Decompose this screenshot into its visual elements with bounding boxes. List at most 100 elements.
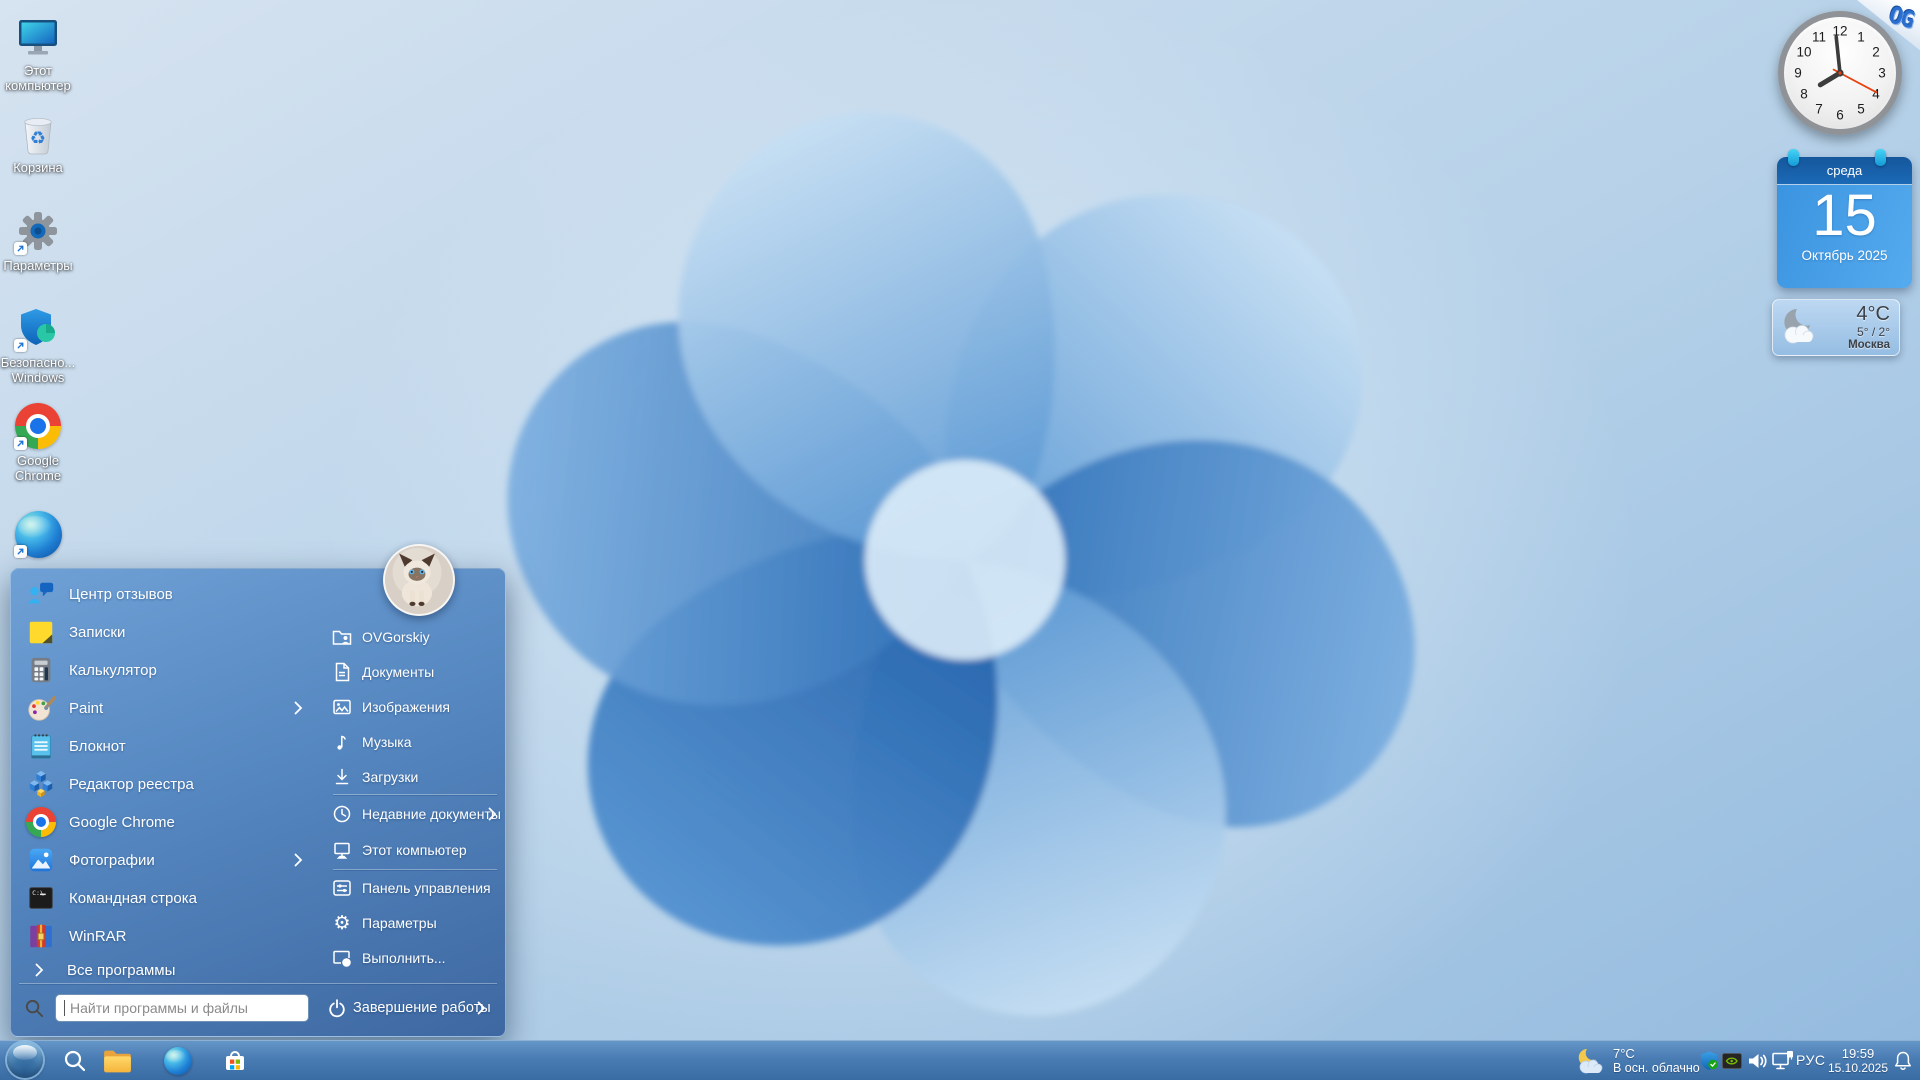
desktop-icon-google-chrome[interactable]: GoogleChrome [0,403,76,483]
menu-item-label: Панель управления [362,880,491,896]
document-icon [331,661,353,683]
start-menu-item-winrar[interactable]: WinRAR [13,917,319,955]
taskbar-edge-button[interactable] [164,1047,192,1075]
shortcut-arrow-icon [14,437,27,450]
desktop-icon-microsoft-edge[interactable] [0,511,76,561]
power-icon [326,997,348,1019]
taskbar-file-explorer-button[interactable] [102,1048,133,1075]
notepad-icon [25,730,57,762]
tray-clock[interactable]: 19:59 15.10.2025 [1824,1046,1892,1076]
clock-hands [1784,17,1896,129]
shutdown-button[interactable]: Завершение работы [353,994,491,1022]
start-menu-item-google-chrome[interactable]: Google Chrome [13,803,319,841]
tray-volume-icon[interactable] [1746,1050,1768,1072]
text-caret [64,1000,65,1016]
desktop-icon-label: Параметры [3,258,72,273]
menu-item-label: Этот компьютер [362,842,467,858]
start-menu-item-pictures[interactable]: Изображения [321,690,503,724]
start-menu-item-sticky-notes[interactable]: Записки [13,613,319,651]
tray-weather-desc: В осн. облачно [1613,1061,1700,1076]
paint-icon [25,692,57,724]
clock-gadget[interactable]: 12 1 2 3 4 5 6 7 8 9 10 11 [1778,11,1902,135]
this-pc-icon [15,13,61,59]
tray-weather-temp: 7°C [1613,1046,1700,1061]
chrome-icon [25,806,57,838]
start-menu-item-user-folder[interactable]: OVGorskiy [321,620,503,654]
menu-item-label: Выполнить... [362,950,446,966]
start-menu-item-documents[interactable]: Документы [321,655,503,689]
control-panel-icon [331,877,353,899]
start-menu-all-programs[interactable]: Все программы [13,953,319,987]
chevron-right-icon[interactable] [477,1001,486,1015]
start-menu-item-recent-documents[interactable]: Недавние документы [321,797,503,831]
tray-weather-text[interactable]: 7°C В осн. облачно [1613,1046,1700,1076]
calendar-peg [1788,149,1799,166]
menu-item-label: Все программы [67,962,175,979]
menu-item-label: WinRAR [69,928,127,945]
edge-icon [15,511,61,557]
desktop-icon-label: GoogleChrome [15,453,61,483]
start-menu-item-calculator[interactable]: Калькулятор [13,651,319,689]
calculator-icon [25,654,57,686]
start-menu-item-photos[interactable]: Фотографии [13,841,319,879]
calendar-day: 15 [1777,185,1912,247]
taskbar-search-button[interactable] [62,1048,88,1074]
shield-icon [1699,1050,1719,1072]
start-menu-item-settings[interactable]: ⚙ Параметры [321,906,503,940]
photos-icon [25,844,57,876]
desktop-icon-this-pc[interactable]: Этоткомпьютер [0,13,76,93]
start-button[interactable] [7,1042,43,1078]
desktop-icon-recycle-bin[interactable]: ♻ Корзина [0,110,76,175]
menu-item-label: Калькулятор [69,662,157,679]
start-menu-item-run[interactable]: Выполнить... [321,941,503,975]
folder-icon [102,1048,133,1075]
start-menu-item-music[interactable]: Музыка [321,725,503,759]
weather-range: 5° / 2° [1848,325,1890,339]
shortcut-arrow-icon [14,339,27,352]
tray-security-icon[interactable] [1699,1050,1719,1072]
desktop: Этоткомпьютер ♻ Корзина [0,0,1920,1080]
menu-item-label: Центр отзывов [69,586,173,603]
winrar-icon [25,920,57,952]
calendar-month-year: Октябрь 2025 [1777,248,1912,263]
microsoft-store-icon [221,1047,249,1075]
menu-separator [333,794,497,795]
recent-clock-icon [331,803,353,825]
desktop-icon-label: Этоткомпьютер [5,63,71,93]
gear-icon: ⚙ [331,912,353,934]
tray-language-indicator[interactable]: РУС [1796,1052,1826,1068]
kitten-picture [385,546,449,610]
menu-item-label: Редактор реестра [69,776,194,793]
start-menu-item-command-prompt[interactable]: C:\ Командная строка [13,879,319,917]
start-menu-search-input[interactable] [55,994,309,1022]
speaker-icon [1746,1050,1768,1072]
weather-gadget[interactable]: 4°C 5° / 2° Москва [1772,299,1900,356]
recycle-bin-icon: ♻ [15,110,61,156]
start-menu-item-feedback-hub[interactable]: Центр отзывов [13,575,319,613]
menu-item-label: Недавние документы [362,806,501,822]
user-avatar[interactable] [383,544,455,616]
desktop-icon-settings[interactable]: Параметры [0,208,76,273]
start-menu-item-paint[interactable]: Paint [13,689,319,727]
tray-network-icon[interactable] [1771,1050,1794,1072]
menu-item-label: Музыка [362,734,412,750]
tray-notifications-button[interactable] [1893,1050,1913,1072]
calendar-peg [1875,149,1886,166]
start-menu-item-registry-editor[interactable]: Редактор реестра [13,765,319,803]
menu-separator [19,983,497,984]
tray-nvidia-icon[interactable] [1722,1052,1742,1070]
desktop-icon-windows-security[interactable]: Безопасно...Windows [0,305,76,385]
tray-date: 15.10.2025 [1824,1061,1892,1076]
start-menu-item-downloads[interactable]: Загрузки [321,760,503,794]
taskbar-store-button[interactable] [221,1047,249,1075]
calendar-gadget[interactable]: среда 15 Октябрь 2025 [1777,157,1912,288]
desktop-icon-label: Корзина [13,160,63,175]
tray-weather-button[interactable] [1572,1047,1606,1075]
search-icon [62,1048,88,1074]
search-icon [24,998,45,1019]
start-menu-item-control-panel[interactable]: Панель управления [321,871,503,905]
menu-item-label: Загрузки [362,769,418,785]
start-menu-item-notepad[interactable]: Блокнот [13,727,319,765]
start-menu-item-this-pc[interactable]: Этот компьютер [321,833,503,867]
nvidia-icon [1722,1052,1742,1070]
